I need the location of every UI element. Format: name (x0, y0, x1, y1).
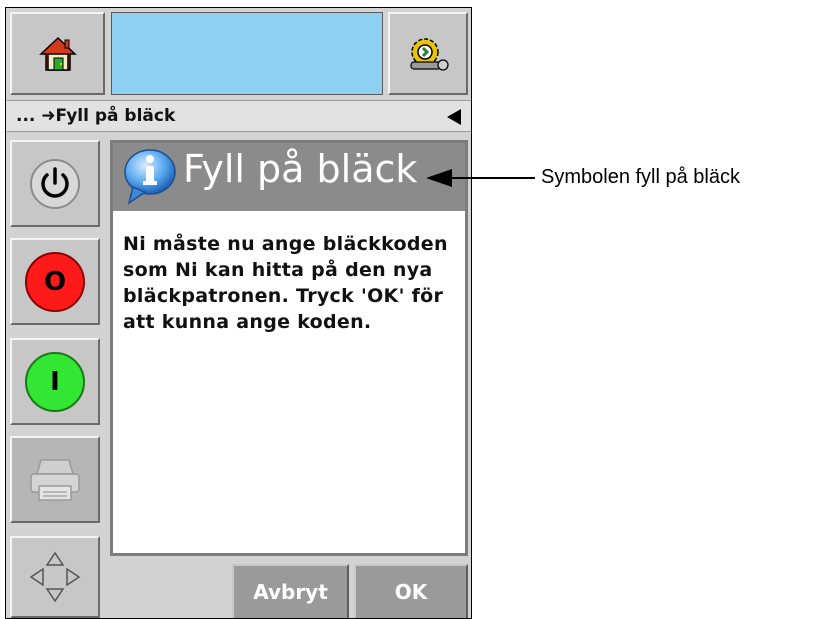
direction-arrows-icon (29, 551, 81, 603)
power-icon (30, 158, 80, 209)
ok-button[interactable]: OK (354, 564, 468, 618)
start-label: I (25, 351, 85, 412)
home-icon (38, 36, 77, 71)
dialog-message: Ni måste nu ange bläckkoden som Ni kan h… (123, 233, 448, 333)
info-speech-bubble-icon (124, 149, 176, 205)
callout-label: Symbolen fyll på bläck (541, 166, 740, 188)
navigation-button[interactable] (10, 536, 100, 618)
dialog-header: Fyll på bläck (113, 143, 465, 211)
callout-line (450, 177, 535, 179)
status-display (111, 12, 383, 95)
start-button[interactable]: I (10, 338, 100, 425)
power-button[interactable] (10, 140, 100, 227)
cancel-button[interactable]: Avbryt (232, 564, 349, 618)
stop-label: O (25, 251, 85, 312)
settings-button[interactable] (388, 12, 468, 95)
stop-button[interactable]: O (10, 238, 100, 325)
breadcrumb: ... ➜Fyll på bläck (6, 100, 471, 132)
home-button[interactable] (10, 12, 105, 95)
print-button[interactable] (10, 436, 100, 523)
dialog-title: Fyll på bläck (183, 147, 418, 191)
breadcrumb-path: ... ➜Fyll på bläck (16, 106, 176, 126)
info-dialog: Fyll på bläck Ni måste nu ange bläckkode… (110, 140, 468, 556)
printer-icon (30, 458, 80, 501)
callout-arrowhead (426, 169, 452, 187)
back-arrow-icon[interactable] (447, 109, 461, 125)
printer-control-panel: ... ➜Fyll på bläck O I Fyll på bläck Ni … (5, 7, 472, 619)
settings-gear-wrench-icon (410, 37, 449, 71)
